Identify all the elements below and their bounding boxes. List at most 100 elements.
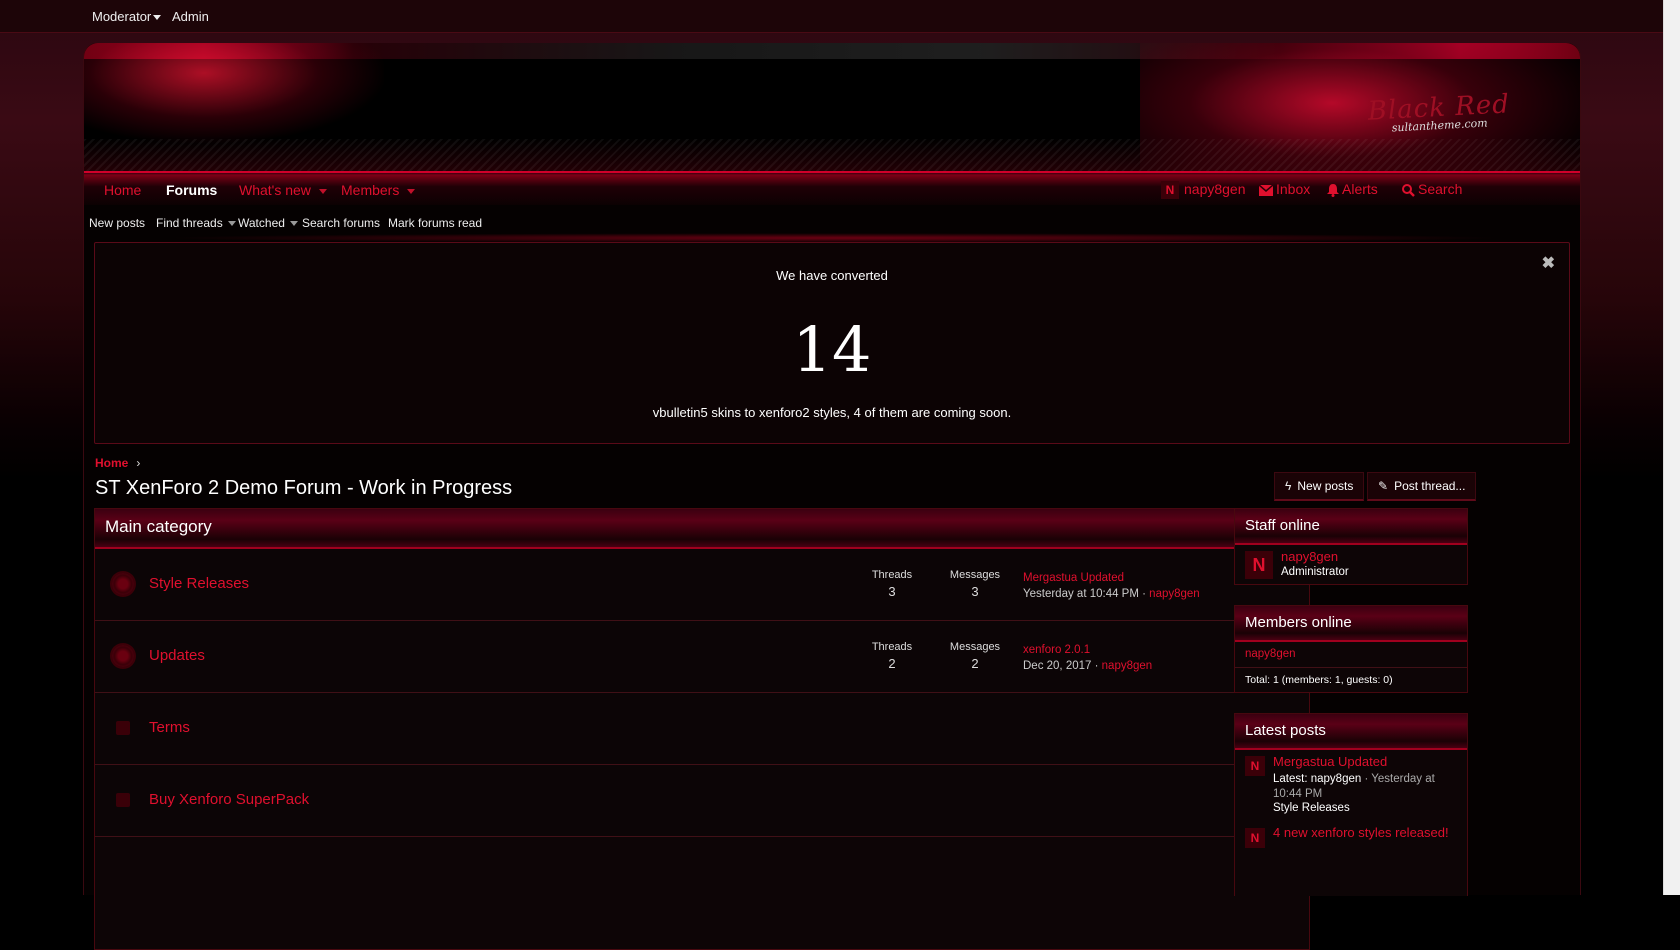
tab-whats-new-label: What's new [239,182,311,198]
envelope-icon [1258,184,1274,196]
account-name: napy8gen [1184,181,1246,197]
notice-line-2: vbulletin5 skins to xenforo2 styles, 4 o… [652,405,1012,420]
chevron-down-icon[interactable] [289,221,298,227]
subnav-find-threads[interactable]: Find threads [156,216,236,230]
messages-label: Messages [949,569,1001,581]
latest-thread-link[interactable]: Mergastua Updated [1023,570,1200,586]
link-node: Buy Xenforo SuperPack [95,765,1309,837]
latest-user-link[interactable]: napy8gen [1149,588,1200,600]
staff-bar: Moderator Admin [0,0,1664,33]
new-posts-button[interactable]: ϟ New posts [1274,472,1365,501]
latest-post-title[interactable]: 4 new xenforo styles released! [1273,825,1449,840]
forum-node: Updates Threads 2 Messages 2 xenforo 2.0… [95,621,1309,693]
latest-post: Mergastua Updated Yesterday at 10:44 PM … [1023,570,1200,602]
main-nav: Home Forums What's new Members Nnapy8gen… [84,171,1580,207]
latest-label: Latest: [1273,773,1308,785]
account-link[interactable]: Nnapy8gen [1161,181,1246,200]
post-thread-button-label: Post thread... [1394,479,1466,493]
latest-post-meta: Latest: napy8gen · Yesterday at 10:44 PM [1273,772,1459,802]
avatar[interactable]: N [1245,551,1273,579]
tab-members[interactable]: Members [341,182,416,198]
subnav-mark-forums-read[interactable]: Mark forums read [388,216,482,230]
forum-title[interactable]: Style Releases [149,575,249,592]
threads-label: Threads [871,641,913,653]
site-logo[interactable]: Black Red sultantheme.com [1367,89,1511,135]
chevron-down-icon[interactable] [407,188,416,194]
moderator-label: Moderator [92,9,152,24]
latest-posts-title: Latest posts [1235,714,1467,750]
page-title-link[interactable]: Terms [149,719,190,736]
latest-post: xenforo 2.0.1 Dec 20, 2017 · napy8gen [1023,642,1152,674]
breadcrumb-separator: › [136,456,141,470]
separator-dot: · [1091,660,1102,672]
staff-online-block: Staff online N napy8gen Administrator [1234,508,1468,585]
latest-user[interactable]: napy8gen [1311,773,1362,785]
subnav-search-forums[interactable]: Search forums [302,216,380,230]
scrollbar[interactable] [1663,0,1680,895]
messages-label: Messages [949,641,1001,653]
chevron-down-icon[interactable] [318,188,327,194]
tab-home[interactable]: Home [104,182,141,198]
alerts-label: Alerts [1342,181,1378,197]
moderator-menu[interactable]: Moderator [92,9,162,24]
members-online-title: Members online [1235,606,1467,642]
subnav-watched-label: Watched [238,216,285,230]
subnav-new-posts[interactable]: New posts [89,216,145,230]
staff-username[interactable]: napy8gen [1281,549,1338,564]
chevron-down-icon[interactable] [227,221,236,227]
avatar[interactable]: N [1245,828,1265,848]
threads-count: 2 [888,656,896,671]
category-title[interactable]: Main category [95,509,1309,549]
sub-nav: New posts Find threads Watched Search fo… [84,205,1580,235]
main-category-block: Main category Style Releases Threads 3 M… [94,508,1310,950]
breadcrumb-home[interactable]: Home [95,456,128,470]
search-label: Search [1418,181,1463,197]
forum-title[interactable]: Updates [149,647,205,664]
document-icon [116,721,130,735]
messages-count: 2 [971,656,979,671]
staff-role: Administrator [1281,566,1349,578]
tab-forums[interactable]: Forums [166,182,217,198]
latest-user-link[interactable]: napy8gen [1102,660,1153,672]
latest-thread-link[interactable]: xenforo 2.0.1 [1023,642,1152,658]
banner-glow-left [84,43,384,143]
tab-whats-new[interactable]: What's new [239,182,327,198]
forum-read-icon [112,573,134,595]
latest-post-title[interactable]: Mergastua Updated [1273,754,1387,769]
admin-link[interactable]: Admin [172,9,209,24]
scrollbar-thumb[interactable] [1667,0,1677,895]
subnav-watched[interactable]: Watched [238,216,298,230]
separator-dot: · [1361,773,1372,785]
latest-posts-block: Latest posts N Mergastua Updated Latest:… [1234,713,1468,896]
latest-date[interactable]: Dec 20, 2017 [1023,660,1091,672]
breadcrumb: Home › [95,456,140,470]
notice-line-1: We have converted [776,268,888,283]
threads-stat: Threads 2 [857,641,927,671]
members-online-block: Members online napy8gen Total: 1 (member… [1234,605,1468,693]
latest-forum-link[interactable]: Style Releases [1273,802,1350,814]
latest-date[interactable]: Yesterday at 10:44 PM [1023,588,1139,600]
notice-banner: ✖ We have converted 14 vbulletin5 skins … [94,242,1570,444]
threads-count: 3 [888,584,896,599]
member-username[interactable]: napy8gen [1245,648,1296,660]
search-icon [1402,183,1415,197]
link-forum-title[interactable]: Buy Xenforo SuperPack [149,791,309,808]
inbox-link[interactable]: Inbox [1258,181,1310,197]
online-total: Total: 1 (members: 1, guests: 0) [1245,674,1393,686]
post-thread-button[interactable]: ✎ Post thread... [1367,472,1477,501]
threads-label: Threads [871,569,913,581]
avatar[interactable]: N [1245,756,1265,776]
messages-stat: Messages 3 [940,569,1010,599]
staff-online-title: Staff online [1235,509,1467,545]
bell-icon [1327,183,1339,197]
search-link[interactable]: Search [1402,181,1462,197]
separator-dot: · [1138,588,1150,600]
link-icon [116,793,130,807]
page-node: Terms [95,693,1309,765]
header-banner: Black Red sultantheme.com [84,43,1580,183]
subnav-find-threads-label: Find threads [156,216,223,230]
page-title: ST XenForo 2 Demo Forum - Work in Progre… [95,477,513,499]
forum-read-icon [112,645,134,667]
alerts-link[interactable]: Alerts [1327,181,1378,197]
user-avatar: N [1161,181,1179,200]
